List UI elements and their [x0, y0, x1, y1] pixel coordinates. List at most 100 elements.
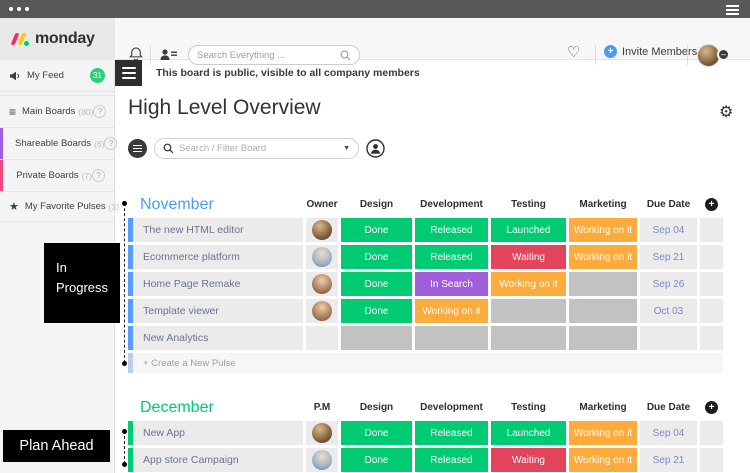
owner-cell[interactable] [306, 272, 338, 296]
column-header-due-date[interactable]: Due Date [647, 402, 690, 413]
pulse-name-cell[interactable]: New Analytics [128, 326, 303, 350]
status-cell[interactable]: Done [341, 448, 412, 472]
sidebar-item-shareable-boards[interactable]: Shareable Boards (6) ? [0, 128, 118, 160]
heart-icon[interactable]: ♡ [567, 43, 580, 61]
due-date-cell[interactable]: Sep 21 [640, 245, 697, 269]
status-cell[interactable]: Working on it [415, 299, 488, 323]
status-cell[interactable]: Working on it [569, 448, 637, 472]
status-cell[interactable]: Done [341, 421, 412, 445]
board-menu-button[interactable] [115, 60, 142, 86]
column-header-due-date[interactable]: Due Date [647, 199, 690, 210]
status-cell[interactable]: Released [415, 218, 488, 242]
column-header-marketing[interactable]: Marketing [579, 199, 626, 210]
status-cell[interactable]: Done [341, 245, 412, 269]
table-row[interactable]: The new HTML editor Done Released Launch… [128, 218, 723, 242]
status-cell[interactable]: Working on it [569, 245, 637, 269]
status-cell[interactable]: Working on it [569, 421, 637, 445]
pulse-name-cell[interactable]: App store Campaign [128, 448, 303, 472]
due-date-cell[interactable]: Sep 04 [640, 218, 697, 242]
extra-cell[interactable] [700, 245, 723, 269]
pulse-name-cell[interactable]: Ecommerce platform [128, 245, 303, 269]
extra-cell[interactable] [700, 326, 723, 350]
person-filter-icon[interactable] [366, 139, 385, 158]
column-header-development[interactable]: Development [420, 199, 483, 210]
help-icon[interactable]: ? [92, 169, 105, 182]
status-cell[interactable] [569, 272, 637, 296]
due-date-cell[interactable]: Sep 04 [640, 421, 697, 445]
sidebar-item-my-feed[interactable]: My Feed 31 [0, 60, 114, 92]
status-cell[interactable]: In Search [415, 272, 488, 296]
due-date-cell[interactable]: Oct 03 [640, 299, 697, 323]
table-row[interactable]: App store Campaign Done Released Waiting… [128, 448, 723, 472]
pulse-name-cell[interactable]: Template viewer [128, 299, 303, 323]
extra-cell[interactable] [700, 299, 723, 323]
create-new-pulse-row[interactable]: + Create a New Pulse [128, 353, 723, 373]
pulse-name-cell[interactable]: The new HTML editor [128, 218, 303, 242]
avatar-status-badge[interactable]: – [717, 48, 730, 61]
filter-menu-button[interactable] [128, 139, 147, 158]
table-row[interactable]: Ecommerce platform Done Released Waiting… [128, 245, 723, 269]
pulse-name-cell[interactable]: Home Page Remake [128, 272, 303, 296]
help-icon[interactable]: ? [93, 105, 107, 118]
status-cell[interactable]: Released [415, 421, 488, 445]
window-control-dots[interactable] [9, 7, 29, 11]
status-cell[interactable]: Working on it [569, 218, 637, 242]
status-cell[interactable]: Done [341, 218, 412, 242]
global-search-input[interactable] [197, 49, 340, 61]
board-filter-input[interactable] [179, 143, 339, 154]
owner-cell[interactable] [306, 421, 338, 445]
status-cell[interactable] [341, 326, 412, 350]
owner-cell[interactable] [306, 218, 338, 242]
status-cell[interactable]: Done [341, 272, 412, 296]
window-menu-icon[interactable] [726, 5, 739, 15]
status-cell[interactable]: Launched [491, 218, 566, 242]
group-title[interactable]: November [140, 196, 214, 214]
board-filter[interactable]: ▼ [154, 138, 359, 159]
column-header-development[interactable]: Development [420, 402, 483, 413]
column-header-owner[interactable]: Owner [306, 199, 337, 210]
status-cell[interactable] [491, 326, 566, 350]
extra-cell[interactable] [700, 421, 723, 445]
status-cell[interactable]: Released [415, 448, 488, 472]
column-header-design[interactable]: Design [360, 402, 393, 413]
status-cell[interactable] [415, 326, 488, 350]
extra-cell[interactable] [700, 448, 723, 472]
sidebar-item-private-boards[interactable]: Private Boards (7) ? [0, 160, 114, 192]
status-cell[interactable]: Released [415, 245, 488, 269]
extra-cell[interactable] [700, 272, 723, 296]
column-header-testing[interactable]: Testing [511, 199, 546, 210]
sidebar-item-main-boards[interactable]: ≡ Main Boards (80) ? [0, 95, 114, 128]
status-cell[interactable]: Waiting [491, 245, 566, 269]
owner-cell[interactable] [306, 245, 338, 269]
status-cell[interactable] [569, 326, 637, 350]
sidebar-item-favorite-pulses[interactable]: ★ My Favorite Pulses (3) [0, 192, 119, 222]
owner-cell[interactable] [306, 299, 338, 323]
table-row[interactable]: Home Page Remake Done In Search Working … [128, 272, 723, 296]
pulse-name-cell[interactable]: New App [128, 421, 303, 445]
due-date-cell[interactable] [640, 326, 697, 350]
status-cell[interactable]: Working on it [491, 272, 566, 296]
extra-cell[interactable] [700, 218, 723, 242]
due-date-cell[interactable]: Sep 26 [640, 272, 697, 296]
owner-cell[interactable] [306, 326, 338, 350]
column-header-design[interactable]: Design [360, 199, 393, 210]
column-header-testing[interactable]: Testing [511, 402, 546, 413]
status-cell[interactable]: Waiting [491, 448, 566, 472]
status-cell[interactable] [491, 299, 566, 323]
table-row[interactable]: New Analytics [128, 326, 723, 350]
status-cell[interactable]: Launched [491, 421, 566, 445]
table-row[interactable]: Template viewer Done Working on it Oct 0… [128, 299, 723, 323]
help-icon[interactable]: ? [104, 137, 118, 150]
status-cell[interactable] [569, 299, 637, 323]
owner-cell[interactable] [306, 448, 338, 472]
table-row[interactable]: New App Done Released Launched Working o… [128, 421, 723, 445]
invite-members-button[interactable]: + Invite Members [604, 45, 697, 58]
due-date-cell[interactable]: Sep 21 [640, 448, 697, 472]
gear-icon[interactable]: ⚙ [719, 102, 733, 122]
group-title[interactable]: December [140, 399, 214, 417]
column-header-pm[interactable]: P.M [314, 402, 331, 413]
status-cell[interactable]: Done [341, 299, 412, 323]
chevron-down-icon[interactable]: ▼ [343, 145, 350, 152]
add-column-icon[interactable]: + [705, 198, 718, 211]
column-header-marketing[interactable]: Marketing [579, 402, 626, 413]
